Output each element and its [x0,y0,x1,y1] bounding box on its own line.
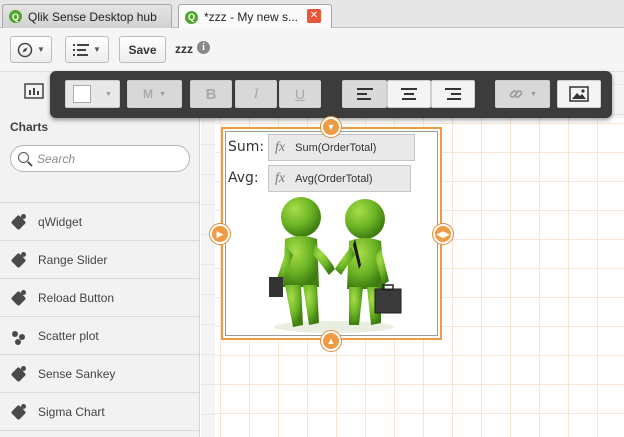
format-toolbar: ▼ M ▼ B I U ▼ [50,71,612,118]
puzzle-icon [10,365,28,383]
compass-icon [17,42,33,57]
tab-title: *zzz - My new s... [204,10,299,24]
charts-panel-icon[interactable] [24,83,44,99]
image-icon [569,86,589,102]
italic-button[interactable]: I [235,80,277,108]
puzzle-icon [10,289,28,307]
text-color-button[interactable]: ▼ [65,80,120,108]
chevron-down-icon: ▼ [93,45,101,54]
puzzle-icon [10,251,28,269]
align-center-icon [401,88,417,100]
list-item[interactable]: Sigma Chart [0,393,199,431]
underline-button[interactable]: U [279,80,321,108]
fx-icon: fx [275,170,286,186]
expression-text: Avg(OrderTotal) [295,172,373,185]
link-icon [509,90,523,98]
avg-label: Avg: [228,170,259,186]
list-item-label: Scatter plot [38,328,99,343]
avg-expression-chip[interactable]: fx Avg(OrderTotal) [268,165,411,192]
resize-handle-top[interactable]: ▼ [321,117,341,137]
align-left-button[interactable] [342,80,387,108]
color-swatch [73,85,92,103]
align-center-button[interactable] [387,80,431,108]
tab-app[interactable]: Q *zzz - My new s... ✕ [178,4,332,29]
list-item-label: Sense Sankey [38,366,116,381]
sum-expression-chip[interactable]: fx Sum(OrderTotal) [268,134,415,161]
list-item-label: qWidget [38,214,83,229]
resize-handle-right[interactable]: ◀▶ [433,224,453,244]
search-icon [18,152,29,163]
list-item-label: Reload Button [38,290,115,305]
chevron-down-icon: ▼ [530,90,537,98]
browser-tab-strip: Q Qlik Sense Desktop hub Q *zzz - My new… [0,0,624,29]
chevron-down-icon: ▼ [105,90,112,98]
close-icon[interactable]: ✕ [307,9,321,23]
align-left-icon [356,88,373,100]
handshake-image [269,197,402,333]
navigation-button[interactable]: ▼ [10,36,52,63]
puzzle-icon [10,403,28,421]
app-toolbar: ▼ ▼ Save zzz i [0,28,624,72]
sheet-menu-button[interactable]: ▼ [65,36,109,63]
object-content: Sum: fx Sum(OrderTotal) Avg: fx Avg(Orde… [225,131,438,336]
qlik-icon: Q [9,10,22,23]
chevron-down-icon: ▼ [159,90,166,98]
list-icon [73,43,90,56]
app-name: zzz [175,42,193,56]
link-button[interactable]: ▼ [495,80,550,108]
font-size-label: M [143,87,154,101]
list-item[interactable]: Range Slider [0,241,199,279]
align-right-icon [445,88,461,100]
list-item-partial[interactable] [0,182,199,203]
list-item-label: Range Slider [38,252,108,267]
align-right-button[interactable] [431,80,475,108]
tab-title: Qlik Sense Desktop hub [28,9,157,24]
charts-heading: Charts [10,120,49,134]
resize-handle-left[interactable]: ▶ [210,224,230,244]
list-item[interactable]: qWidget [0,203,199,241]
sum-label: Sum: [228,139,265,155]
save-button[interactable]: Save [119,36,166,63]
qlik-icon: Q [185,10,198,24]
bold-button[interactable]: B [190,80,232,108]
scatter-icon [10,327,28,345]
resize-handle-bottom[interactable]: ▲ [321,331,341,351]
search-box[interactable] [10,145,190,172]
chevron-down-icon: ▼ [37,45,45,54]
list-item[interactable]: Scatter plot [0,317,199,355]
list-item[interactable]: Reload Button [0,279,199,317]
text-image-object[interactable]: Sum: fx Sum(OrderTotal) Avg: fx Avg(Orde… [221,127,442,340]
chart-list: qWidget Range Slider Reload Button Scatt… [0,182,199,431]
list-item-label: Sigma Chart [38,404,105,419]
insert-image-button[interactable] [557,80,601,108]
search-input[interactable] [37,150,177,168]
font-size-button[interactable]: M ▼ [127,80,182,108]
puzzle-icon [10,213,28,231]
expression-text: Sum(OrderTotal) [295,141,377,154]
fx-icon: fx [275,139,286,155]
tab-hub[interactable]: Q Qlik Sense Desktop hub [2,4,172,28]
list-item[interactable]: Sense Sankey [0,355,199,393]
assets-panel: Charts qWidget Range Slider Reload Butto… [0,72,200,437]
info-icon[interactable]: i [197,41,210,54]
